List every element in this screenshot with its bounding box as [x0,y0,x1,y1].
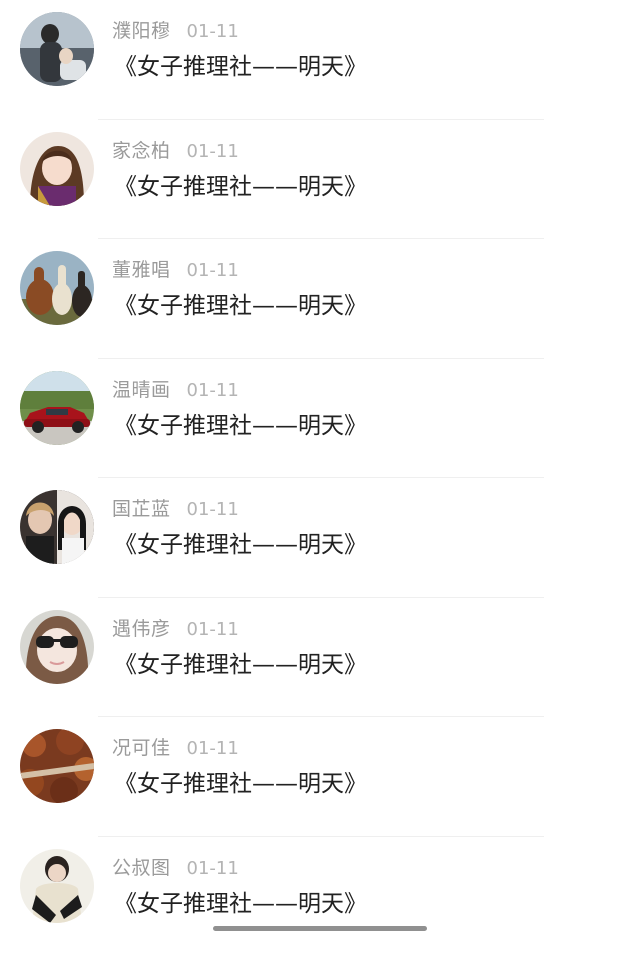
comment-meta: 公叔图 01-11 [112,853,239,883]
username[interactable]: 温晴画 [112,375,171,405]
comment-item[interactable]: 公叔图 01-11 《女子推理社——明天》 [0,837,640,956]
comment-date: 01-11 [187,256,239,286]
autumn-road-avatar-image [20,729,94,803]
comment-meta: 况可佳 01-11 [112,733,239,763]
comment-date: 01-11 [187,137,239,167]
sunglasses-avatar-image [20,610,94,684]
comment-item[interactable]: 温晴画 01-11 《女子推理社——明天》 [0,359,640,479]
comment-item[interactable]: 濮阳穆 01-11 《女子推理社——明天》 [0,0,640,120]
comment-text: 《女子推理社——明天》 [114,409,367,443]
comment-meta: 温晴画 01-11 [112,375,239,405]
comment-date: 01-11 [187,495,239,525]
avatar[interactable] [20,12,94,86]
comment-item[interactable]: 董雅唱 01-11 《女子推理社——明天》 [0,239,640,359]
comment-text: 《女子推理社——明天》 [114,170,367,204]
comment-text: 《女子推理社——明天》 [114,50,367,84]
avatar[interactable] [20,729,94,803]
man-beach-avatar-image [20,12,94,86]
avatar[interactable] [20,371,94,445]
couple-avatar-image [20,490,94,564]
comment-item[interactable]: 遇伟彦 01-11 《女子推理社——明天》 [0,598,640,718]
username[interactable]: 濮阳穆 [112,16,171,46]
avatar[interactable] [20,610,94,684]
avatar[interactable] [20,251,94,325]
comment-meta: 遇伟彦 01-11 [112,614,239,644]
comment-meta: 濮阳穆 01-11 [112,16,239,46]
username[interactable]: 国芷蓝 [112,494,171,524]
comment-date: 01-11 [187,615,239,645]
username[interactable]: 况可佳 [112,733,171,763]
comment-meta: 家念柏 01-11 [112,136,239,166]
comment-date: 01-11 [187,854,239,884]
comment-meta: 董雅唱 01-11 [112,255,239,285]
comment-item[interactable]: 国芷蓝 01-11 《女子推理社——明天》 [0,478,640,598]
comment-item[interactable]: 家念柏 01-11 《女子推理社——明天》 [0,120,640,240]
comment-list: 濮阳穆 01-11 《女子推理社——明天》 家念柏 01-11 《女子推理社——明天… [0,0,640,936]
person-avatar-image [20,849,94,923]
comment-text: 《女子推理社——明天》 [114,887,367,921]
avatar[interactable] [20,490,94,564]
comment-text: 《女子推理社——明天》 [114,648,367,682]
username[interactable]: 家念柏 [112,136,171,166]
alpacas-avatar-image [20,251,94,325]
comment-text: 《女子推理社——明天》 [114,289,367,323]
comment-date: 01-11 [187,734,239,764]
comment-date: 01-11 [187,17,239,47]
username[interactable]: 董雅唱 [112,255,171,285]
red-car-avatar-image [20,371,94,445]
comment-date: 01-11 [187,376,239,406]
woman-portrait-avatar-image [20,132,94,206]
home-indicator[interactable] [213,926,427,931]
avatar[interactable] [20,849,94,923]
username[interactable]: 遇伟彦 [112,614,171,644]
comment-text: 《女子推理社——明天》 [114,528,367,562]
comment-meta: 国芷蓝 01-11 [112,494,239,524]
comment-text: 《女子推理社——明天》 [114,767,367,801]
avatar[interactable] [20,132,94,206]
comment-item[interactable]: 况可佳 01-11 《女子推理社——明天》 [0,717,640,837]
username[interactable]: 公叔图 [112,853,171,883]
